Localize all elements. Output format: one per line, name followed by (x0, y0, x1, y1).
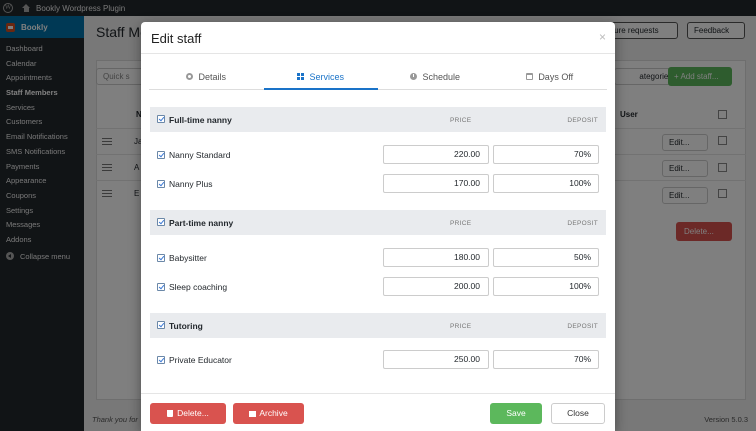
service-checkbox[interactable] (157, 180, 165, 188)
tab-label: Schedule (422, 71, 461, 82)
service-checkbox[interactable] (157, 283, 165, 291)
service-name: Private Educator (169, 355, 232, 365)
modal-title: Edit staff (151, 31, 202, 46)
tab-label: Days Off (538, 71, 574, 82)
service-checkbox[interactable] (157, 254, 165, 262)
tab-days-off[interactable]: Days Off (493, 64, 608, 89)
deposit-column-header: DEPOSIT (567, 220, 598, 227)
service-name: Babysitter (169, 253, 207, 263)
category-name: Tutoring (169, 321, 203, 331)
price-column-header: PRICE (450, 117, 472, 124)
tab-services[interactable]: Services (263, 64, 379, 90)
save-button[interactable]: Save (490, 403, 542, 424)
service-name: Nanny Standard (169, 150, 231, 160)
service-row: Sleep coaching 200.00 100% (150, 277, 606, 297)
archive-button[interactable]: Archive (233, 403, 304, 424)
deposit-column-header: DEPOSIT (567, 117, 598, 124)
price-input[interactable]: 170.00 (383, 174, 489, 193)
deposit-input[interactable]: 100% (493, 277, 599, 296)
tab-label: Services (309, 71, 344, 82)
service-name: Sleep coaching (169, 282, 228, 292)
service-row: Private Educator 250.00 70% (150, 350, 606, 370)
trash-icon (167, 410, 174, 417)
category-name: Part-time nanny (169, 218, 234, 228)
deposit-input[interactable]: 70% (493, 350, 599, 369)
service-row: Nanny Plus 170.00 100% (150, 174, 606, 194)
modal-tabs: Details Services Schedule Days Off (149, 64, 607, 90)
close-button[interactable]: Close (551, 403, 605, 424)
calendar-icon (526, 73, 534, 80)
service-checkbox[interactable] (157, 151, 165, 159)
service-name: Nanny Plus (169, 179, 213, 189)
price-input[interactable]: 220.00 (383, 145, 489, 164)
category-checkbox[interactable] (157, 218, 165, 226)
tab-label: Details (198, 71, 226, 82)
archive-icon (249, 411, 257, 417)
tab-details[interactable]: Details (149, 64, 264, 89)
delete-button[interactable]: Delete... (150, 403, 226, 424)
category-header: Full-time nanny PRICE DEPOSIT (150, 107, 606, 132)
tab-schedule[interactable]: Schedule (378, 64, 493, 89)
archive-label: Archive (259, 408, 288, 418)
category-checkbox[interactable] (157, 321, 165, 329)
edit-staff-modal: Edit staff × Details Services Schedule D… (141, 22, 615, 431)
service-checkbox[interactable] (157, 356, 165, 364)
deposit-input[interactable]: 50% (493, 248, 599, 267)
close-icon[interactable]: × (599, 30, 606, 44)
category-name: Full-time nanny (169, 115, 232, 125)
category-checkbox[interactable] (157, 115, 165, 123)
price-input[interactable]: 180.00 (383, 248, 489, 267)
price-input[interactable]: 250.00 (383, 350, 489, 369)
price-input[interactable]: 200.00 (383, 277, 489, 296)
deposit-input[interactable]: 100% (493, 174, 599, 193)
category-header: Tutoring PRICE DEPOSIT (150, 313, 606, 338)
delete-label: Delete... (177, 408, 209, 418)
gear-icon (186, 73, 194, 80)
clock-icon (410, 73, 418, 80)
deposit-column-header: DEPOSIT (567, 323, 598, 330)
service-row: Nanny Standard 220.00 70% (150, 145, 606, 165)
service-row: Babysitter 180.00 50% (150, 248, 606, 268)
modal-footer: Delete... Archive Save Close (141, 393, 615, 431)
grid-icon (297, 73, 305, 80)
price-column-header: PRICE (450, 220, 472, 227)
modal-header: Edit staff × (141, 22, 615, 54)
price-column-header: PRICE (450, 323, 472, 330)
category-header: Part-time nanny PRICE DEPOSIT (150, 210, 606, 235)
deposit-input[interactable]: 70% (493, 145, 599, 164)
